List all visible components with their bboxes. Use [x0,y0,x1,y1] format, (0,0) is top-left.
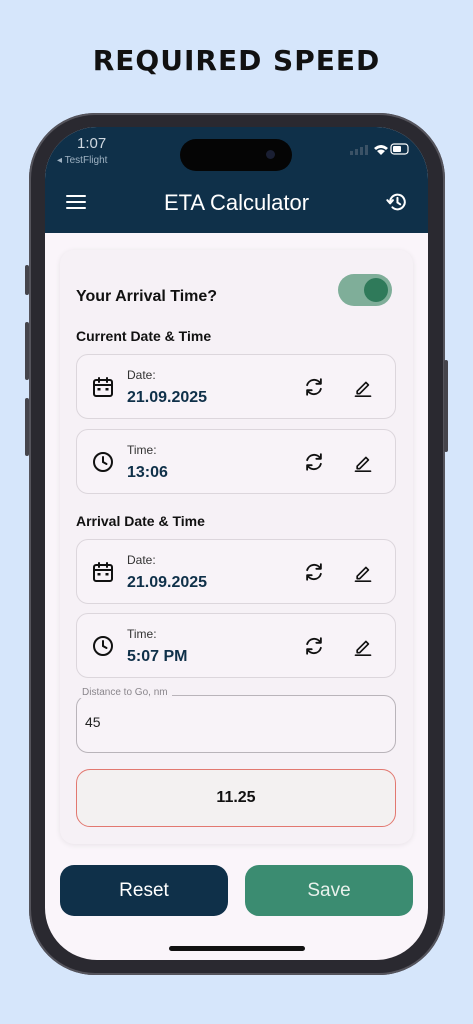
distance-field[interactable] [76,695,396,753]
reset-button[interactable]: Reset [60,865,228,916]
calendar-icon [93,377,113,397]
edit-pencil-icon[interactable] [353,561,373,583]
calendar-icon [93,562,113,582]
refresh-icon[interactable] [303,451,325,473]
arrival-date-value: 21.09.2025 [127,574,208,591]
app-bar: 1:07 ◂ TestFlight ETA Calculator [45,127,428,233]
app-title: ETA Calculator [163,190,310,215]
required-speed-result: 11.25 [76,769,396,827]
status-icons [350,142,410,159]
status-time: 1:07 [77,135,107,152]
save-button[interactable]: Save [245,865,413,916]
current-section-label: Current Date & Time [76,328,212,344]
history-icon[interactable] [386,191,408,213]
phone-side-button [25,265,29,295]
arrival-time-label: Time: [127,627,157,641]
eta-form-card: Your Arrival Time? Current Date & Time D… [60,250,413,844]
edit-pencil-icon[interactable] [353,635,373,657]
page-headline: REQUIRED SPEED [92,44,381,77]
clock-icon [93,452,113,472]
clock-icon [93,636,113,656]
arrival-toggle-label: Your Arrival Time? [76,288,218,305]
refresh-icon[interactable] [303,635,325,657]
arrival-time-field[interactable]: Time: 5:07 PM [76,613,396,678]
app-screen: 1:07 ◂ TestFlight ETA Calculator Your Ar… [45,127,428,960]
current-date-label: Date: [127,368,156,382]
edit-pencil-icon[interactable] [353,376,373,398]
dynamic-island [180,139,292,171]
distance-input[interactable] [85,714,365,730]
phone-power-button [444,360,448,452]
current-date-field[interactable]: Date: 21.09.2025 [76,354,396,419]
refresh-icon[interactable] [303,376,325,398]
home-indicator [169,946,305,951]
refresh-icon[interactable] [303,561,325,583]
phone-volume-up [25,322,29,380]
current-time-label: Time: [127,443,157,457]
current-date-value: 21.09.2025 [127,389,208,406]
edit-pencil-icon[interactable] [353,451,373,473]
arrival-date-label: Date: [127,553,156,567]
arrival-time-toggle[interactable] [338,274,392,306]
distance-label: Distance to Go, nm [78,687,172,698]
current-time-field[interactable]: Time: 13:06 [76,429,396,494]
arrival-time-value: 5:07 PM [127,648,188,665]
arrival-date-field[interactable]: Date: 21.09.2025 [76,539,396,604]
current-time-value: 13:06 [127,464,168,481]
arrival-section-label: Arrival Date & Time [76,513,205,529]
phone-volume-down [25,398,29,456]
signal-wifi-battery-icon [350,143,409,155]
status-back-link[interactable]: ◂ TestFlight [57,155,107,166]
